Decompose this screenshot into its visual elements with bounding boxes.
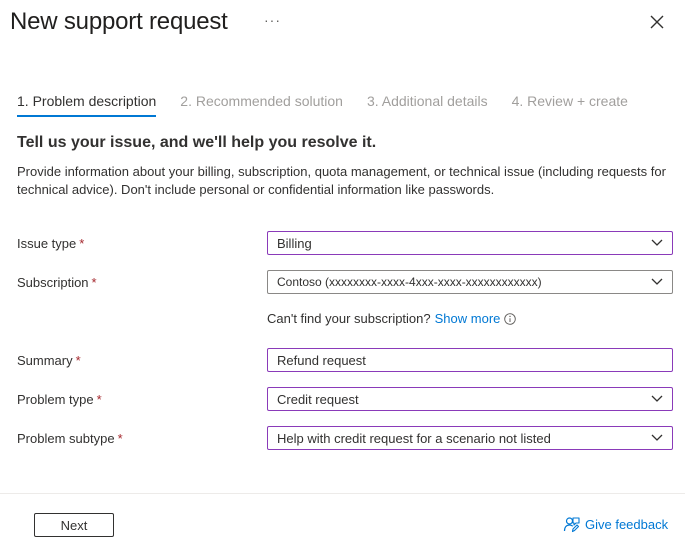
subscription-hint: Can't find your subscription? Show more (267, 311, 517, 326)
problem-type-label-text: Problem type (17, 392, 94, 407)
subscription-label-text: Subscription (17, 275, 89, 290)
issue-type-dropdown[interactable]: Billing (267, 231, 673, 255)
give-feedback-link[interactable]: Give feedback (563, 516, 668, 533)
wizard-steps: 1. Problem description 2. Recommended so… (17, 93, 652, 117)
problem-subtype-value: Help with credit request for a scenario … (277, 430, 551, 446)
problem-subtype-dropdown[interactable]: Help with credit request for a scenario … (267, 426, 673, 450)
feedback-person-icon (563, 517, 580, 533)
next-button[interactable]: Next (34, 513, 114, 537)
problem-type-label: Problem type * (17, 392, 102, 407)
chevron-down-icon (642, 427, 672, 449)
required-marker: * (91, 275, 97, 290)
summary-input[interactable]: Refund request (267, 348, 673, 372)
section-heading: Tell us your issue, and we'll help you r… (17, 134, 377, 151)
problem-subtype-label-text: Problem subtype (17, 431, 115, 446)
summary-label: Summary * (17, 353, 81, 368)
required-marker: * (96, 392, 102, 407)
chevron-down-icon (642, 232, 672, 254)
subscription-dropdown[interactable]: Contoso (xxxxxxxx-xxxx-4xxx-xxxx-xxxxxxx… (267, 270, 673, 294)
page-title: New support request (10, 8, 228, 35)
issue-type-label-text: Issue type (17, 236, 77, 251)
tab-additional-details[interactable]: 3. Additional details (367, 93, 488, 117)
info-icon[interactable] (504, 312, 517, 325)
problem-subtype-label: Problem subtype * (17, 431, 123, 446)
summary-value: Refund request (277, 352, 366, 368)
tab-recommended-solution[interactable]: 2. Recommended solution (180, 93, 343, 117)
give-feedback-label: Give feedback (585, 517, 669, 532)
tab-problem-description[interactable]: 1. Problem description (17, 93, 157, 117)
subscription-hint-text: Can't find your subscription? (267, 311, 431, 326)
issue-type-label: Issue type * (17, 236, 84, 251)
footer-divider (0, 493, 685, 494)
issue-type-value: Billing (277, 235, 312, 251)
summary-label-text: Summary (17, 353, 73, 368)
chevron-down-icon (642, 388, 672, 410)
required-marker: * (79, 236, 85, 251)
problem-type-value: Credit request (277, 391, 359, 407)
tab-review-create[interactable]: 4. Review + create (512, 93, 628, 117)
more-options-icon[interactable]: ··· (264, 12, 281, 28)
problem-type-dropdown[interactable]: Credit request (267, 387, 673, 411)
required-marker: * (117, 431, 123, 446)
required-marker: * (75, 353, 81, 368)
close-icon[interactable] (649, 14, 665, 30)
subscription-label: Subscription * (17, 275, 97, 290)
chevron-down-icon (642, 271, 672, 293)
subscription-value: Contoso (xxxxxxxx-xxxx-4xxx-xxxx-xxxxxxx… (277, 275, 542, 289)
section-description: Provide information about your billing, … (17, 164, 666, 197)
show-more-link[interactable]: Show more (435, 311, 501, 326)
